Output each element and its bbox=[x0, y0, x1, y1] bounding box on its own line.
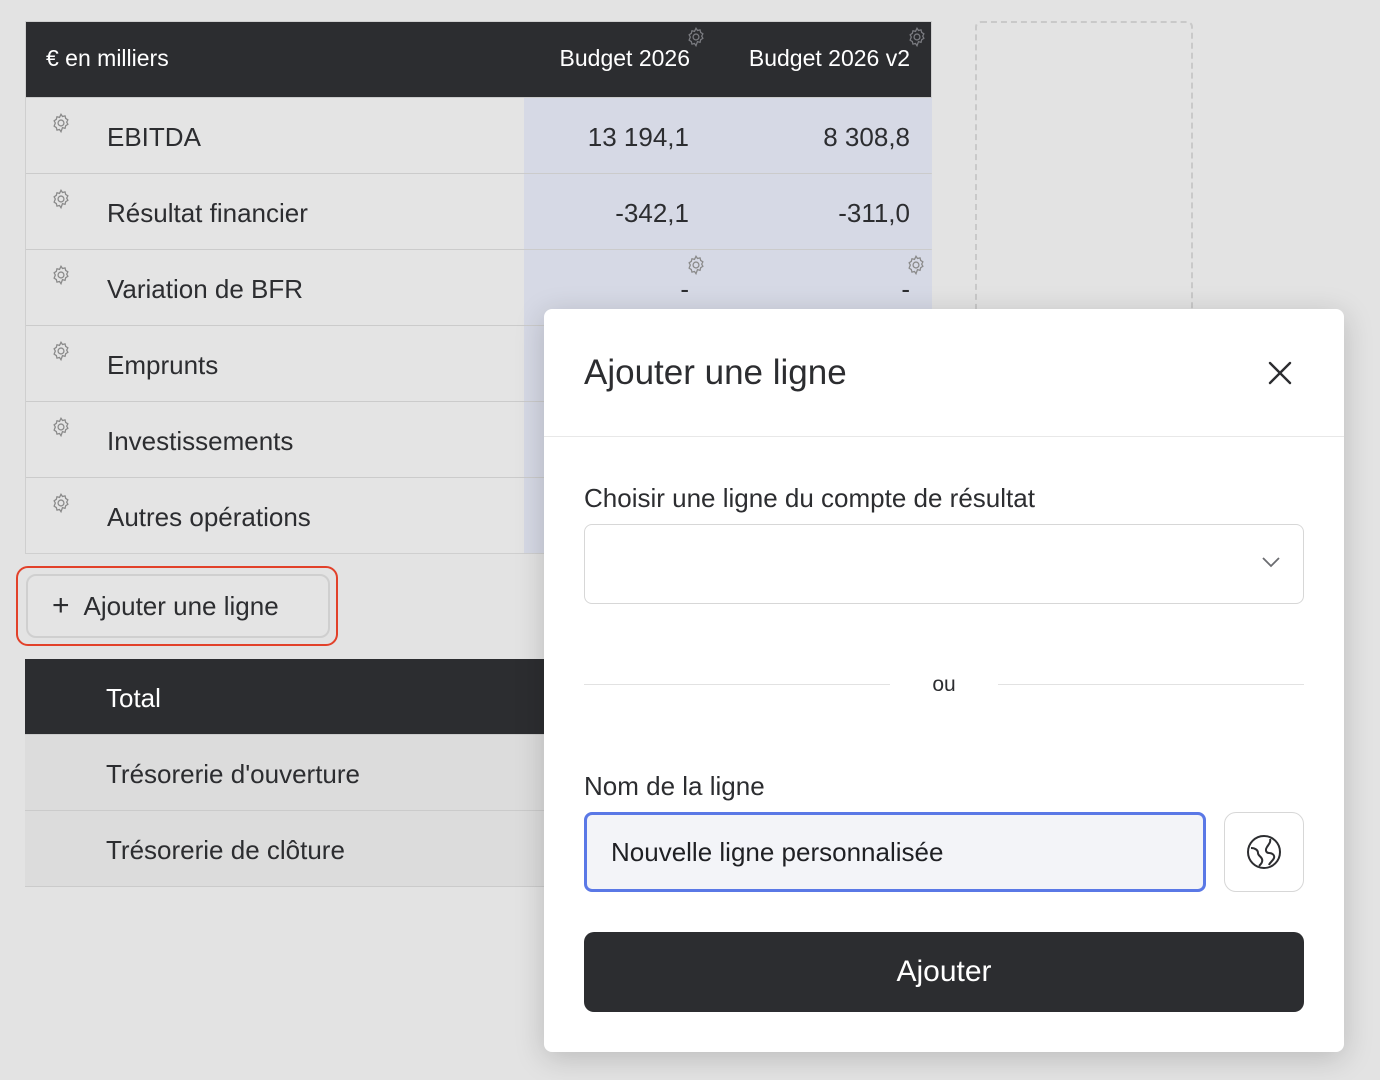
gear-icon[interactable] bbox=[50, 492, 72, 514]
modal-title: Ajouter une ligne bbox=[584, 353, 847, 392]
column-header-budget-2026-v2: Budget 2026 v2 bbox=[748, 45, 910, 71]
gear-icon[interactable] bbox=[50, 416, 72, 438]
translate-button[interactable] bbox=[1224, 812, 1304, 892]
globe-icon bbox=[1247, 835, 1281, 869]
modal-header: Ajouter une ligne bbox=[544, 309, 1344, 437]
drop-zone-placeholder[interactable] bbox=[975, 21, 1193, 321]
column-header-budget-2026: Budget 2026 bbox=[559, 45, 690, 71]
chevron-down-icon bbox=[1262, 557, 1280, 568]
add-row-label: Ajouter une ligne bbox=[83, 590, 279, 621]
table-header: € en milliers Budget 2026 Budget 2026 v2 bbox=[26, 22, 931, 97]
app-canvas: € en milliers Budget 2026 Budget 2026 v2… bbox=[0, 0, 1380, 1080]
gear-icon[interactable] bbox=[685, 254, 707, 276]
row-label: Variation de BFR bbox=[107, 274, 304, 304]
divider bbox=[998, 684, 1304, 685]
add-row-highlight: + Ajouter une ligne bbox=[16, 566, 338, 646]
row-label: Autres opérations bbox=[107, 502, 311, 532]
row-label: EBITDA bbox=[107, 122, 201, 152]
separator-text: ou bbox=[932, 673, 956, 696]
select-label: Choisir une ligne du compte de résultat bbox=[584, 483, 1035, 513]
close-button[interactable] bbox=[1262, 355, 1298, 391]
gear-icon[interactable] bbox=[50, 188, 72, 210]
gear-icon[interactable] bbox=[50, 264, 72, 286]
cell-value[interactable]: -311,0 bbox=[838, 198, 910, 229]
plus-icon: + bbox=[52, 589, 70, 622]
add-row-modal: Ajouter une ligne Choisir une ligne du c… bbox=[544, 309, 1344, 1052]
income-statement-select[interactable] bbox=[584, 524, 1304, 604]
row-label: Emprunts bbox=[107, 350, 219, 380]
name-label: Nom de la ligne bbox=[584, 771, 765, 801]
table-row: Résultat financier -342,1 -311,0 bbox=[26, 173, 932, 249]
submit-button[interactable]: Ajouter bbox=[584, 932, 1304, 1012]
close-icon bbox=[1268, 361, 1292, 385]
gear-icon[interactable] bbox=[50, 340, 72, 362]
row-label: Investissements bbox=[107, 426, 294, 456]
cell-value[interactable]: - bbox=[680, 274, 689, 305]
cell-value[interactable]: 8 308,8 bbox=[823, 122, 910, 153]
row-name-input[interactable] bbox=[584, 812, 1206, 892]
gear-icon[interactable] bbox=[50, 112, 72, 134]
row-label: Résultat financier bbox=[107, 198, 308, 228]
cell-value[interactable]: - bbox=[901, 274, 910, 305]
unit-label: € en milliers bbox=[46, 45, 169, 71]
table-row: EBITDA 13 194,1 8 308,8 bbox=[26, 97, 932, 173]
row-label: Trésorerie de clôture bbox=[106, 835, 345, 865]
cell-value[interactable]: -342,1 bbox=[615, 198, 689, 229]
row-label: Trésorerie d'ouverture bbox=[106, 759, 360, 789]
cell-value[interactable]: 13 194,1 bbox=[588, 122, 689, 153]
divider bbox=[584, 684, 890, 685]
gear-icon[interactable] bbox=[905, 254, 927, 276]
add-row-button[interactable]: + Ajouter une ligne bbox=[26, 574, 330, 638]
row-label: Total bbox=[106, 683, 161, 713]
